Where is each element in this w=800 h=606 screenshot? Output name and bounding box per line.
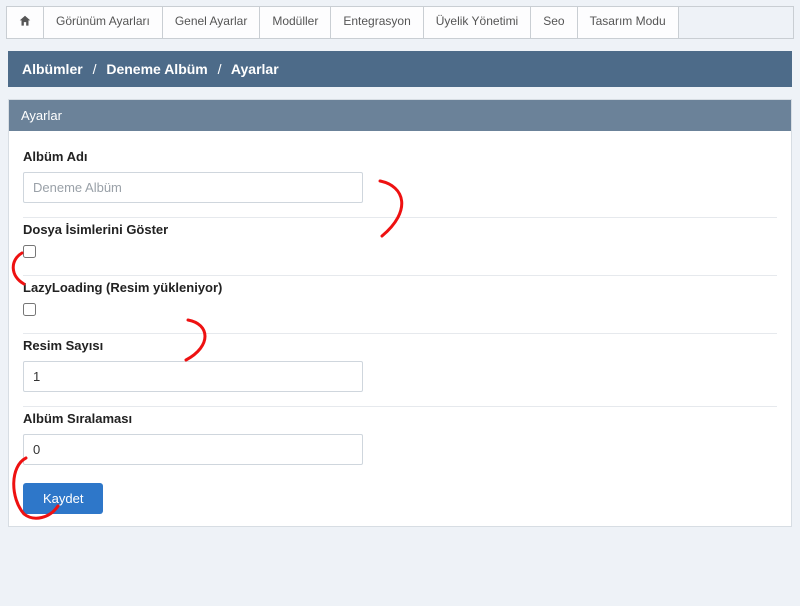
settings-panel: Ayarlar Albüm Adı Dosya İsimlerini Göste…: [8, 99, 792, 527]
label-album-name: Albüm Adı: [23, 149, 777, 164]
label-show-filenames: Dosya İsimlerini Göster: [23, 222, 777, 237]
checkbox-show-filenames[interactable]: [23, 245, 36, 258]
field-album-order: Albüm Sıralaması: [23, 407, 777, 475]
breadcrumb-ayarlar: Ayarlar: [231, 61, 279, 77]
nav-seo[interactable]: Seo: [531, 7, 577, 38]
panel-title: Ayarlar: [9, 100, 791, 131]
field-lazy-loading: LazyLoading (Resim yükleniyor): [23, 276, 777, 334]
breadcrumb-sep: /: [212, 61, 228, 77]
breadcrumb: Albümler / Deneme Albüm / Ayarlar: [8, 51, 792, 87]
save-button[interactable]: Kaydet: [23, 483, 103, 514]
input-album-order[interactable]: [23, 434, 363, 465]
nav-tasarim-modu[interactable]: Tasarım Modu: [578, 7, 679, 38]
label-lazy-loading: LazyLoading (Resim yükleniyor): [23, 280, 777, 295]
label-image-count: Resim Sayısı: [23, 338, 777, 353]
breadcrumb-albumler[interactable]: Albümler: [22, 61, 83, 77]
field-show-filenames: Dosya İsimlerini Göster: [23, 218, 777, 276]
home-icon: [18, 14, 32, 31]
field-album-name: Albüm Adı: [23, 145, 777, 218]
top-nav: Görünüm Ayarları Genel Ayarlar Modüller …: [6, 6, 794, 39]
nav-gorunum-ayarlari[interactable]: Görünüm Ayarları: [44, 7, 163, 38]
breadcrumb-deneme-album[interactable]: Deneme Albüm: [106, 61, 207, 77]
input-album-name[interactable]: [23, 172, 363, 203]
input-image-count[interactable]: [23, 361, 363, 392]
checkbox-lazy-loading[interactable]: [23, 303, 36, 316]
nav-genel-ayarlar[interactable]: Genel Ayarlar: [163, 7, 261, 38]
label-album-order: Albüm Sıralaması: [23, 411, 777, 426]
breadcrumb-sep: /: [87, 61, 103, 77]
panel-body: Albüm Adı Dosya İsimlerini Göster LazyLo…: [9, 131, 791, 526]
nav-home[interactable]: [7, 7, 44, 38]
nav-entegrasyon[interactable]: Entegrasyon: [331, 7, 423, 38]
nav-moduller[interactable]: Modüller: [260, 7, 331, 38]
nav-uyelik-yonetimi[interactable]: Üyelik Yönetimi: [424, 7, 531, 38]
field-image-count: Resim Sayısı: [23, 334, 777, 407]
